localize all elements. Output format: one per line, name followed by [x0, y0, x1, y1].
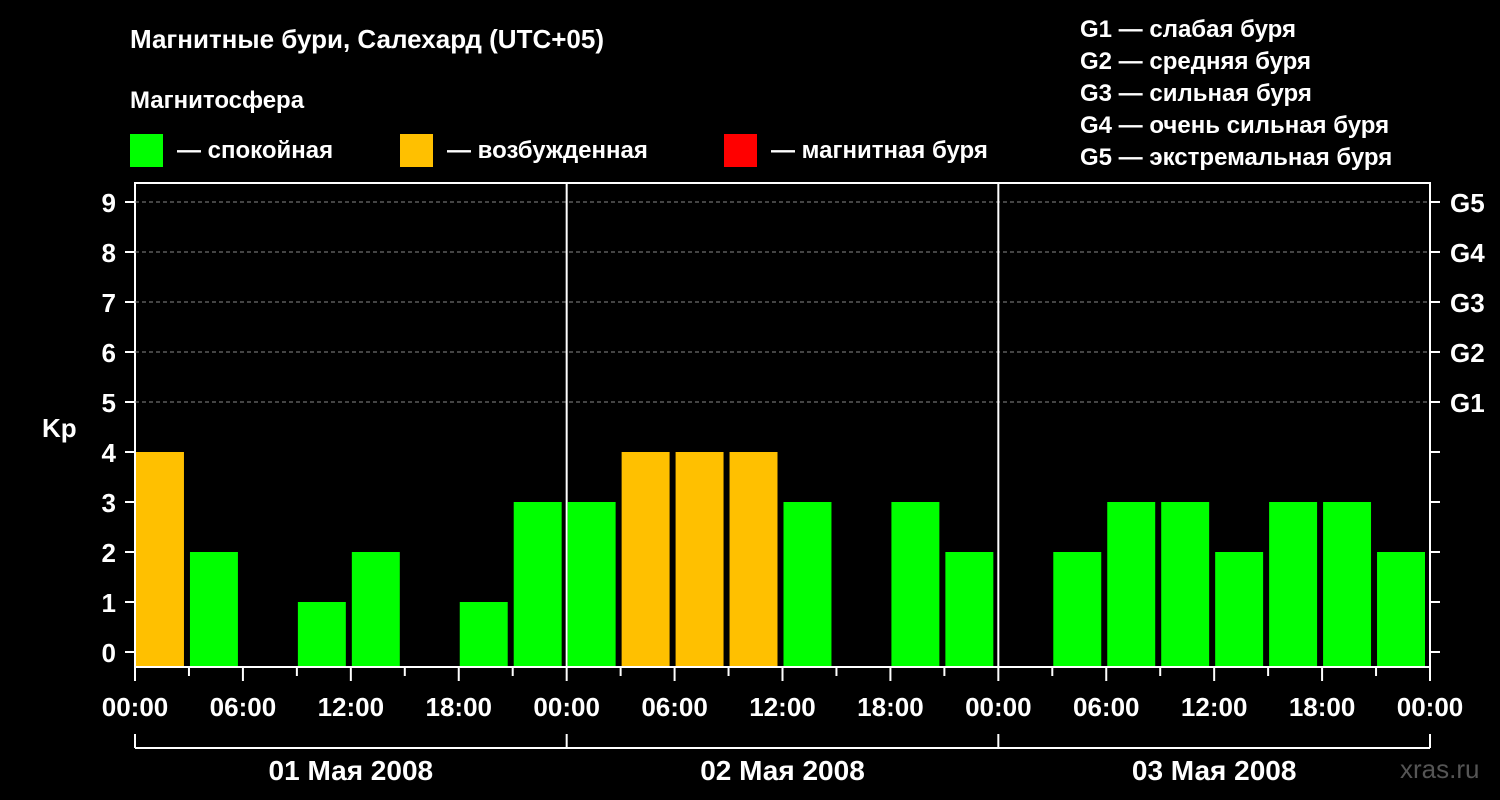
y-tick-label: 4	[102, 438, 117, 468]
kp-bar	[1377, 552, 1425, 666]
y-tick-label: 8	[102, 238, 116, 268]
kp-bar	[891, 502, 940, 666]
day-label: 03 Мая 2008	[1132, 755, 1297, 786]
kp-bar	[567, 502, 616, 666]
kp-bar	[729, 452, 778, 666]
kp-chart: Магнитные бури, Салехард (UTC+05) Магнит…	[42, 16, 1485, 786]
kp-bar	[1215, 552, 1264, 666]
x-tick-label: 06:00	[210, 692, 277, 722]
g-scale-item-1: G1 — слабая буря	[1080, 16, 1296, 43]
g-level-label: G1	[1450, 388, 1485, 418]
y-tick-label: 2	[102, 538, 116, 568]
kp-bar	[783, 502, 832, 666]
x-tick-label: 18:00	[1289, 692, 1356, 722]
y-tick-label: 6	[102, 338, 116, 368]
g-level-label: G5	[1450, 188, 1485, 218]
legend-swatch-2	[724, 134, 757, 167]
kp-bar	[1269, 502, 1318, 666]
kp-bar	[1053, 552, 1102, 666]
kp-bar	[675, 452, 724, 666]
y-tick-label: 3	[102, 488, 116, 518]
g-scale-item-5: G5 — экстремальная буря	[1080, 144, 1392, 171]
y-tick-label: 0	[102, 638, 116, 668]
watermark: xras.ru	[1400, 754, 1479, 784]
x-tick-label: 12:00	[318, 692, 385, 722]
g-scale-item-4: G4 — очень сильная буря	[1080, 112, 1389, 139]
legend-swatch-1	[400, 134, 433, 167]
x-tick-label: 00:00	[965, 692, 1032, 722]
chart-title: Магнитные бури, Салехард (UTC+05)	[130, 24, 604, 54]
magnetosphere-heading: Магнитосфера	[130, 87, 305, 114]
kp-bar	[1323, 502, 1372, 666]
x-tick-label: 00:00	[102, 692, 169, 722]
x-tick-label: 12:00	[1181, 692, 1248, 722]
legend-swatch-0	[130, 134, 163, 167]
kp-bar	[1161, 502, 1210, 666]
y-tick-label: 1	[102, 588, 116, 618]
g-level-label: G4	[1450, 238, 1485, 268]
kp-bar	[459, 602, 508, 666]
g-level-label: G2	[1450, 338, 1485, 368]
g-level-label: G3	[1450, 288, 1485, 318]
g-scale-legend: G1 — слабая буря G2 — средняя буря G3 — си…	[1080, 16, 1392, 171]
x-tick-label: 06:00	[641, 692, 708, 722]
y-tick-label: 5	[102, 388, 116, 418]
kp-bar	[297, 602, 346, 666]
y-tick-label: 9	[102, 188, 116, 218]
x-tick-label: 06:00	[1073, 692, 1140, 722]
y-tick-label: 7	[102, 288, 116, 318]
x-tick-label: 18:00	[857, 692, 924, 722]
x-tick-label: 18:00	[426, 692, 493, 722]
day-label: 02 Мая 2008	[700, 755, 865, 786]
x-tick-label: 00:00	[1397, 692, 1464, 722]
legend-label-2: — магнитная буря	[771, 137, 988, 164]
g-scale-item-2: G2 — средняя буря	[1080, 48, 1311, 75]
g-scale-item-3: G3 — сильная буря	[1080, 80, 1312, 107]
kp-bar	[945, 552, 994, 666]
kp-bar	[189, 552, 238, 666]
kp-bar	[136, 452, 184, 666]
legend-label-1: — возбужденная	[447, 137, 648, 164]
y-axis-label: Kp	[42, 413, 77, 443]
legend-label-0: — спокойная	[177, 137, 333, 164]
kp-bar	[351, 552, 400, 666]
x-tick-label: 12:00	[749, 692, 816, 722]
kp-bar	[1107, 502, 1156, 666]
plot-area: 0 1 2 3 4 5 6 7 8 9 G1 G2 G3 G4 G5 00:00 06:00 12:00 18:00…	[102, 182, 1485, 786]
day-label: 01 Мая 2008	[269, 755, 434, 786]
kp-bar	[621, 452, 670, 666]
kp-bar	[513, 502, 562, 666]
x-tick-label: 00:00	[533, 692, 600, 722]
state-legend: — спокойная — возбужденная — магнитная бур…	[130, 134, 988, 167]
